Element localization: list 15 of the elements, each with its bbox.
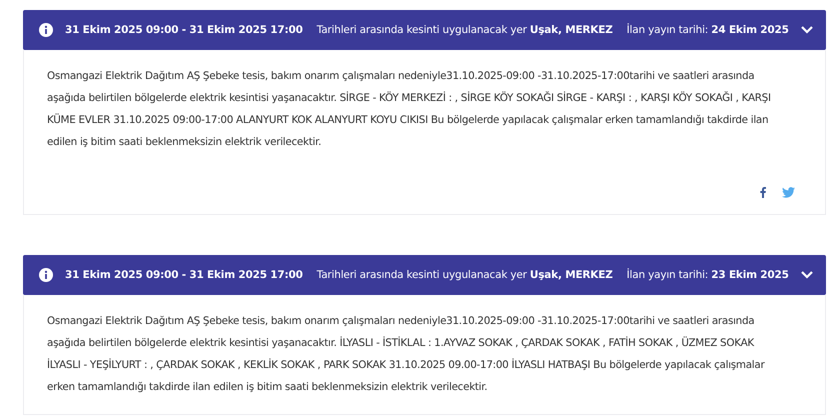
location-text: Tarihleri arasında kesinti uygulanacak yer Uşak, MERKEZ (316, 24, 613, 36)
location-text: Tarihleri arasında kesinti uygulanacak yer Uşak, MERKEZ (316, 269, 613, 281)
info-icon (39, 268, 53, 282)
date-range: 31 Ekim 2025 09:00 - 31 Ekim 2025 17:00 (65, 24, 303, 36)
notice-header[interactable]: 31 Ekim 2025 09:00 - 31 Ekim 2025 17:00 Tarihleri arasında kesinti uygulanacak yer Uşak, MERKEZ İlan yayın tarihi: 24 Ekim 2025 (23, 10, 826, 50)
publish-date: İlan yayın tarihi: 24 Ekim 2025 (626, 24, 789, 36)
notice-text: Osmangazi Elektrik Dağıtım AŞ Şebeke tesis, bakım onarım çalışmaları nedeniyle31.10.2025-09:00 -31.10.2025-17:00tarihi ve saatleri arasında aşağıda belirtilen bölgelerde elektrik kesintisi yaşanacaktır. SİRGE - KÖY MERKEZİ : , SİRGE KÖY SOKAĞI SİRGE - KARŞI : , KARŞI KÖY SOKAĞI , KARŞI KÜME EVLER 31.10.2025 09:00-17:00 ALANYURT KOK ALANYURT KOYU CIKISI Bu bölgelerde yapılacak çalışmalar erken tamamlandığı takdirde ilan edilen iş bitim saati beklenmeksizin elektrik verilecektir. (47, 69, 772, 150)
date-range: 31 Ekim 2025 09:00 - 31 Ekim 2025 17:00 (65, 269, 303, 281)
info-icon (39, 23, 53, 37)
notice-header[interactable]: 31 Ekim 2025 09:00 - 31 Ekim 2025 17:00 Tarihleri arasında kesinti uygulanacak yer Uşak, MERKEZ İlan yayın tarihi: 23 Ekim 2025 (23, 255, 826, 295)
notice-text: Osmangazi Elektrik Dağıtım AŞ Şebeke tesis, bakım onarım çalışmaları nedeniyle31.10.2025-09:00 -31.10.2025-17:00tarihi ve saatleri arasında aşağıda belirtilen bölgelerde elektrik kesintisi yaşanacaktır. İLYASLI - İSTİKLAL : 1.AYVAZ SOKAK , ÇARDAK SOKAK , FATİH SOKAK , ÜZMEZ SOKAK İLYASLI - YEŞİLYURT : , ÇARDAK SOKAK , KEKLİK SOKAK , PARK SOKAK 31.10.2025 09.00-17:00 İLYASLI HATBAŞI Bu bölgelerde yapılacak çalışmalar erken tamamlandığı takdirde ilan edilen iş bitim saati beklenmeksizin elektrik verilecektir. (47, 314, 766, 395)
chevron-icon[interactable] (800, 25, 814, 35)
facebook-icon[interactable] (760, 187, 766, 198)
publish-date: İlan yayın tarihi: 23 Ekim 2025 (626, 269, 789, 281)
chevron-icon[interactable] (800, 270, 814, 280)
